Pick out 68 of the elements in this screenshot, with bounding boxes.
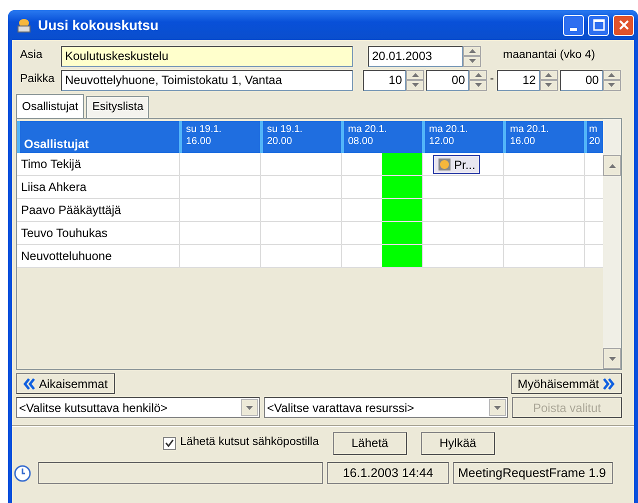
checkbox[interactable] bbox=[163, 436, 176, 450]
table-cell-text: Paavo Pääkäyttäjä bbox=[20, 202, 122, 219]
close-icon bbox=[618, 19, 630, 31]
table-cell-text: Timo Tekijä bbox=[20, 156, 82, 173]
check-icon bbox=[165, 438, 174, 448]
maximize-button[interactable] bbox=[588, 14, 609, 36]
subject-field[interactable]: Koulutuskeskustelu bbox=[61, 46, 353, 66]
spin-buttons[interactable] bbox=[540, 70, 558, 90]
date-field[interactable]: 20.01.2003 bbox=[368, 46, 463, 66]
table-cell-text: Neuvotteluhuone bbox=[20, 248, 113, 265]
scroll-down-button[interactable] bbox=[603, 348, 621, 369]
time-separator: - bbox=[490, 72, 494, 88]
tab[interactable]: Esityslista bbox=[86, 96, 150, 118]
minimize-icon bbox=[570, 28, 577, 30]
close-button[interactable] bbox=[613, 14, 634, 36]
weekday-label: maanantai (vko 4) bbox=[503, 48, 596, 64]
down-arrow-icon bbox=[412, 83, 418, 88]
down-arrow-icon bbox=[545, 83, 552, 88]
location-field[interactable]: Neuvottelyhuone, Toimistokatu 1, Vantaa bbox=[61, 70, 353, 90]
double-left-icon bbox=[23, 378, 35, 390]
appointment-icon bbox=[438, 158, 451, 171]
down-arrow-icon bbox=[246, 406, 253, 410]
time-field[interactable]: 00 bbox=[426, 70, 469, 90]
down-arrow-icon bbox=[608, 356, 616, 360]
meeting-icon bbox=[16, 17, 32, 33]
up-arrow-icon bbox=[412, 72, 418, 77]
down-arrow-icon bbox=[494, 406, 501, 410]
up-arrow-icon bbox=[545, 72, 552, 77]
up-arrow-icon bbox=[474, 72, 482, 77]
status-frame-name: MeetingRequestFrame 1.9 bbox=[453, 462, 613, 484]
dropdown[interactable]: <Valitse kutsuttava henkilö> bbox=[16, 397, 260, 418]
down-arrow-icon bbox=[608, 83, 616, 88]
clock-icon bbox=[14, 464, 31, 482]
spin-buttons[interactable] bbox=[469, 70, 487, 90]
spin-buttons[interactable] bbox=[463, 46, 481, 66]
tab[interactable]: Osallistujat bbox=[16, 94, 84, 118]
appointment-chip[interactable]: Pr... bbox=[433, 155, 480, 174]
scroll-up-button[interactable] bbox=[603, 155, 621, 176]
table-cell-text: Liisa Ahkera bbox=[20, 179, 88, 196]
down-arrow-icon bbox=[474, 83, 482, 88]
up-arrow-icon bbox=[468, 48, 476, 53]
field-label: Asia bbox=[19, 48, 44, 64]
meeting-time-block bbox=[382, 176, 422, 198]
dialog-button[interactable]: Lähetä bbox=[332, 432, 407, 454]
meeting-time-block bbox=[382, 245, 422, 267]
up-arrow-icon bbox=[608, 72, 616, 77]
maximize-icon bbox=[592, 19, 604, 31]
earlier-button[interactable]: Aikaisemmat bbox=[16, 373, 115, 394]
later-button[interactable]: Myöhäisemmät bbox=[510, 373, 622, 394]
time-field[interactable]: 10 bbox=[363, 70, 406, 90]
table-cell-text: Teuvo Touhukas bbox=[20, 225, 109, 242]
spin-buttons[interactable] bbox=[602, 70, 621, 90]
checkbox-label: Lähetä kutsut sähköpostilla bbox=[180, 435, 319, 450]
double-right-icon bbox=[603, 378, 615, 390]
status-timestamp: 16.1.2003 14:44 bbox=[327, 462, 449, 484]
window-title: Uusi kokouskutsu bbox=[38, 16, 159, 34]
up-arrow-icon bbox=[608, 164, 616, 168]
meeting-time-block bbox=[382, 199, 422, 221]
time-field[interactable]: 00 bbox=[560, 70, 603, 90]
spin-buttons[interactable] bbox=[406, 70, 424, 90]
time-field[interactable]: 12 bbox=[496, 70, 540, 90]
scrollbar[interactable] bbox=[603, 119, 621, 369]
down-arrow-icon bbox=[468, 59, 476, 64]
dropdown[interactable]: <Valitse varattava resurssi> bbox=[264, 397, 508, 418]
minimize-button[interactable] bbox=[563, 14, 584, 36]
field-label: Paikka bbox=[19, 72, 56, 88]
meeting-time-block bbox=[382, 222, 422, 244]
dialog-button[interactable]: Hylkää bbox=[420, 432, 495, 454]
